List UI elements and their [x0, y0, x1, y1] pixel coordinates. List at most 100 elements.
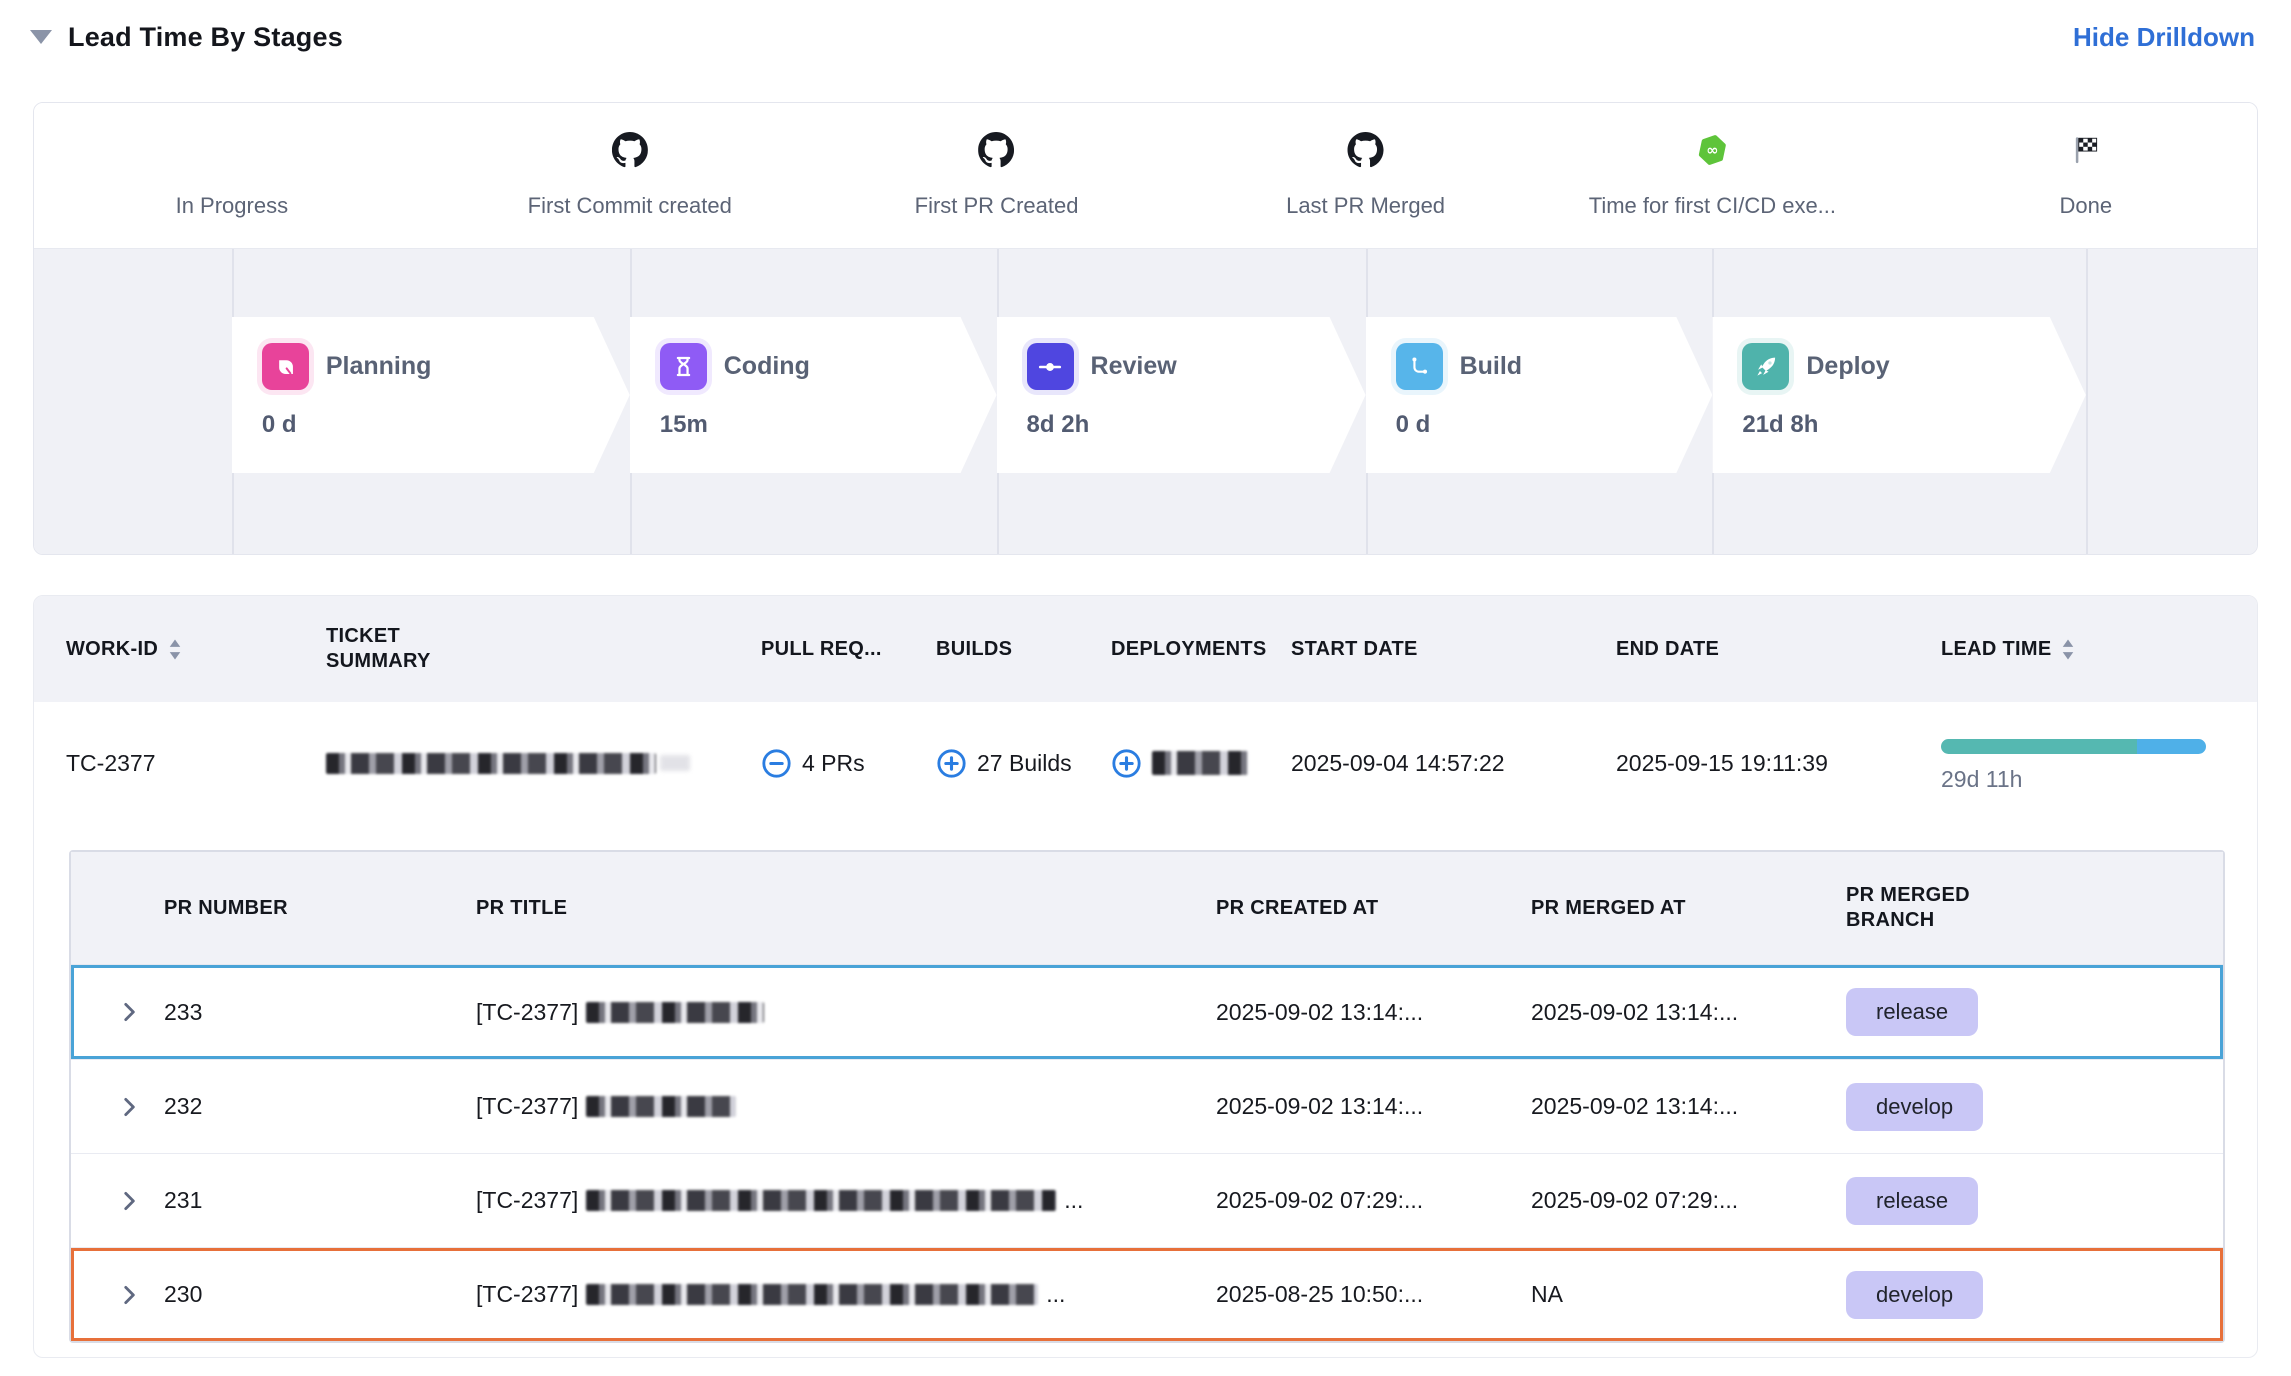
- column-header-pr-created-at: PR CREATED AT: [1216, 896, 1531, 921]
- github-icon: [1348, 132, 1384, 168]
- start-date-cell: 2025-09-04 14:57:22: [1291, 750, 1616, 777]
- pr-merged-branch-cell: develop: [1846, 1083, 2223, 1131]
- column-header-lead-time[interactable]: LEAD TIME: [1941, 637, 2225, 662]
- stage-duration: 8d 2h: [1027, 411, 1366, 439]
- ticket-summary-redacted-tail: [660, 755, 690, 771]
- stage-name: Coding: [724, 352, 810, 381]
- work-item-row: TC-2377 4 PRs 27 Builds 2025-09-04 14:57…: [34, 702, 2257, 824]
- work-items-table: WORK-ID TICKET SUMMARY PULL REQ... BUILD…: [33, 595, 2258, 1358]
- pr-row: 230 [TC-2377] ... 2025-08-25 10:50:... N…: [71, 1247, 2223, 1341]
- deployments-cell[interactable]: [1111, 748, 1291, 779]
- pr-number-cell: 233: [164, 999, 476, 1026]
- collapse-caret-icon[interactable]: [30, 30, 52, 44]
- jira-status-icon: [216, 134, 248, 166]
- column-header-pr-title: PR TITLE: [476, 896, 1216, 921]
- lead-time-cell: 29d 11h: [1941, 733, 2225, 793]
- pr-created-at-cell: 2025-09-02 13:14:...: [1216, 999, 1531, 1026]
- branch-badge: develop: [1846, 1083, 1983, 1131]
- pr-title-suffix: ...: [1046, 1281, 1065, 1308]
- chevron-right-icon: [116, 999, 142, 1025]
- pr-title-cell: [TC-2377]: [476, 1093, 1216, 1120]
- pr-merged-branch-cell: release: [1846, 1177, 2223, 1225]
- stage-icon-badge: [262, 343, 309, 390]
- hide-drilldown-link[interactable]: Hide Drilldown: [2073, 22, 2255, 53]
- lead-time-pipeline-card: In Progress First Commit created First P…: [33, 102, 2258, 555]
- lead-time-bar-secondary: [2137, 739, 2206, 754]
- pr-row-expander[interactable]: [116, 1094, 142, 1120]
- pr-title-redacted: [586, 1190, 1056, 1211]
- build-pipeline-icon: [1406, 353, 1433, 380]
- milestone-label: Last PR Merged: [1286, 193, 1445, 219]
- work-id-cell: TC-2377: [66, 750, 326, 777]
- stage-chevron[interactable]: Build 0 d: [1366, 317, 1713, 473]
- stage-icon-badge: [1742, 343, 1789, 390]
- pr-row-expander[interactable]: [116, 1188, 142, 1214]
- stage-name: Planning: [326, 352, 432, 381]
- milestone: ∞ Time for first CI/CD exe...: [1589, 129, 1836, 219]
- stage-name: Deploy: [1806, 352, 1889, 381]
- deployments-redacted: [1152, 751, 1248, 775]
- milestone-label: First Commit created: [528, 193, 732, 219]
- pr-row: 233 [TC-2377] 2025-09-02 13:14:... 2025-…: [71, 965, 2223, 1059]
- stages-band: Planning 0 d Coding 15m Review 8d 2h: [34, 248, 2257, 554]
- stage-chevron[interactable]: Coding 15m: [630, 317, 997, 473]
- github-icon: [612, 132, 648, 168]
- ticket-summary-cell: [326, 753, 761, 774]
- planning-note-icon: [271, 353, 299, 381]
- stage-name: Build: [1460, 352, 1523, 381]
- stage-chevron[interactable]: Review 8d 2h: [997, 317, 1366, 473]
- hourglass-icon: [670, 353, 697, 380]
- plus-circle-icon: [936, 748, 967, 779]
- pr-subtable: PR NUMBER PR TITLE PR CREATED AT PR MERG…: [69, 850, 2225, 1343]
- stage-duration: 0 d: [1396, 411, 1713, 439]
- pull-requests-cell[interactable]: 4 PRs: [761, 748, 936, 779]
- pr-title-prefix: [TC-2377]: [476, 999, 578, 1026]
- stage-chevron[interactable]: Deploy 21d 8h: [1712, 317, 2085, 473]
- column-header-pr-number: PR NUMBER: [164, 896, 476, 921]
- pr-created-at-cell: 2025-09-02 13:14:...: [1216, 1093, 1531, 1120]
- column-header-pr-merged-at: PR MERGED AT: [1531, 896, 1846, 921]
- stage-name: Review: [1091, 352, 1177, 381]
- stage-chevron[interactable]: Planning 0 d: [232, 317, 630, 473]
- svg-text:∞: ∞: [1706, 142, 1718, 159]
- pr-row: 231 [TC-2377] ... 2025-09-02 07:29:... 2…: [71, 1153, 2223, 1247]
- pr-title-cell: [TC-2377] ...: [476, 1281, 1216, 1308]
- minus-circle-icon: [761, 748, 792, 779]
- pr-title-redacted: [586, 1002, 764, 1023]
- pr-merged-at-cell: 2025-09-02 13:14:...: [1531, 999, 1846, 1026]
- milestone-label: Time for first CI/CD exe...: [1589, 193, 1836, 219]
- sort-icon[interactable]: [2061, 639, 2075, 660]
- column-header-pull-requests: PULL REQ...: [761, 637, 936, 662]
- milestone: In Progress: [176, 129, 289, 219]
- column-header-builds: BUILDS: [936, 637, 1111, 662]
- milestone-label: In Progress: [176, 193, 289, 219]
- milestone: Last PR Merged: [1286, 129, 1445, 219]
- milestone: First PR Created: [915, 129, 1079, 219]
- pr-number-cell: 230: [164, 1281, 476, 1308]
- plus-circle-icon: [1111, 748, 1142, 779]
- pr-created-at-cell: 2025-08-25 10:50:...: [1216, 1281, 1531, 1308]
- pr-title-prefix: [TC-2377]: [476, 1281, 578, 1308]
- stage-separator-line: [2086, 249, 2088, 554]
- pr-row-expander[interactable]: [116, 1282, 142, 1308]
- milestone: First Commit created: [528, 129, 732, 219]
- pr-title-redacted: [586, 1284, 1038, 1305]
- git-commit-icon: [1036, 353, 1064, 381]
- pr-merged-at-cell: 2025-09-02 13:14:...: [1531, 1093, 1846, 1120]
- stage-icon-badge: [1027, 343, 1074, 390]
- ticket-summary-redacted: [326, 753, 656, 774]
- sort-icon[interactable]: [168, 639, 182, 660]
- pr-title-cell: [TC-2377] ...: [476, 1187, 1216, 1214]
- pr-row-expander[interactable]: [116, 999, 142, 1025]
- stage-icon-badge: [660, 343, 707, 390]
- pr-number-cell: 231: [164, 1187, 476, 1214]
- lead-time-value: 29d 11h: [1941, 766, 2225, 793]
- pr-title-cell: [TC-2377]: [476, 999, 1216, 1026]
- column-header-work-id[interactable]: WORK-ID: [66, 637, 326, 662]
- builds-cell[interactable]: 27 Builds: [936, 748, 1111, 779]
- page-title: Lead Time By Stages: [68, 22, 343, 53]
- sort-icon: [168, 639, 182, 660]
- cicd-icon: ∞: [1696, 134, 1728, 166]
- chevron-right-icon: [116, 1094, 142, 1120]
- branch-badge: develop: [1846, 1271, 1983, 1319]
